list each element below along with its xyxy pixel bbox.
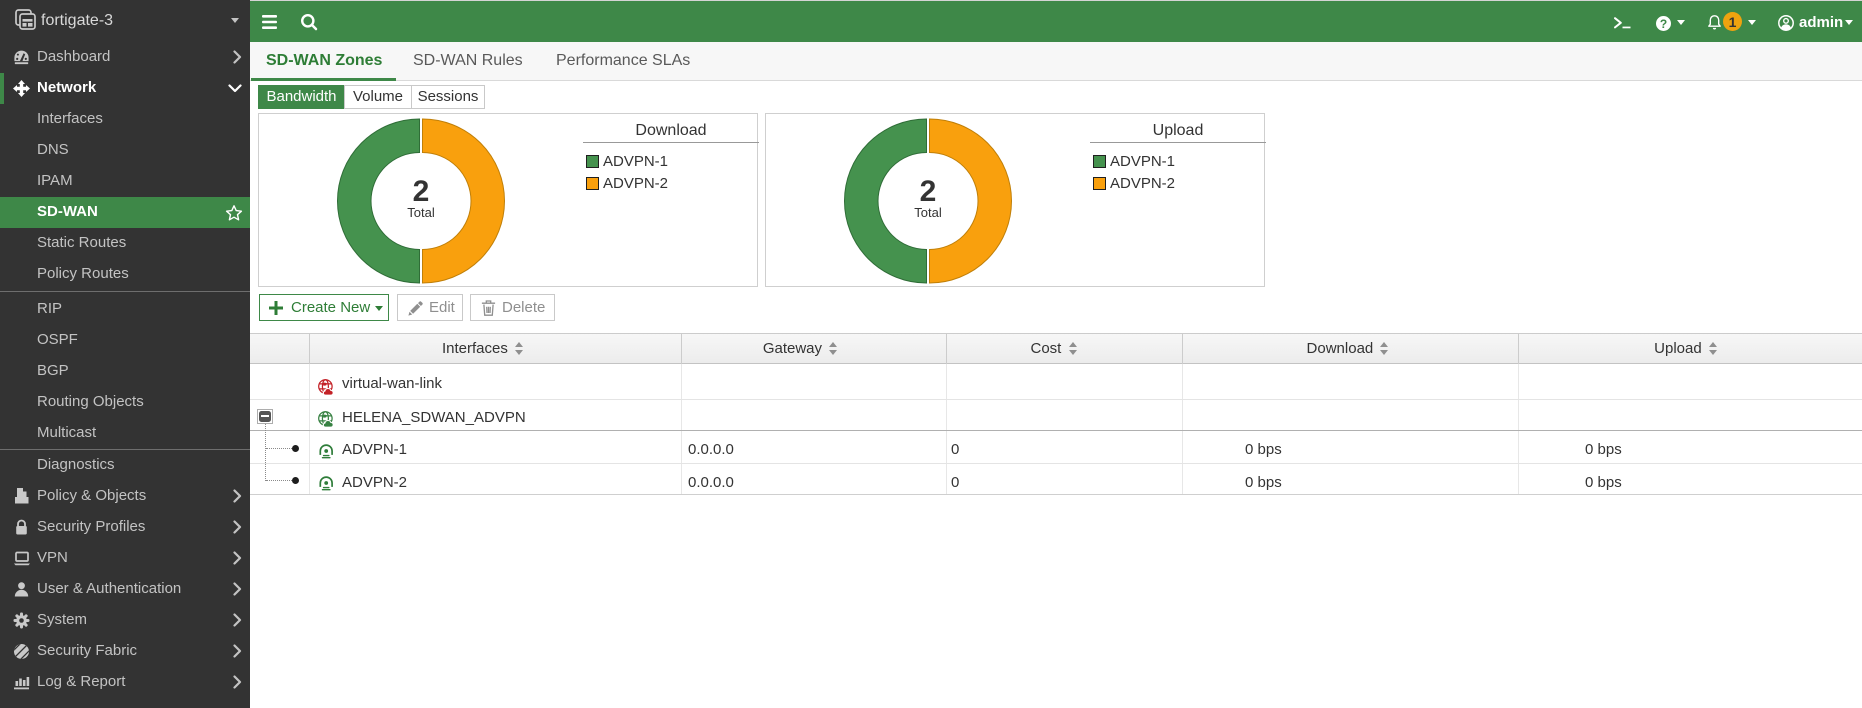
svg-text:?: ? [1660, 17, 1667, 31]
